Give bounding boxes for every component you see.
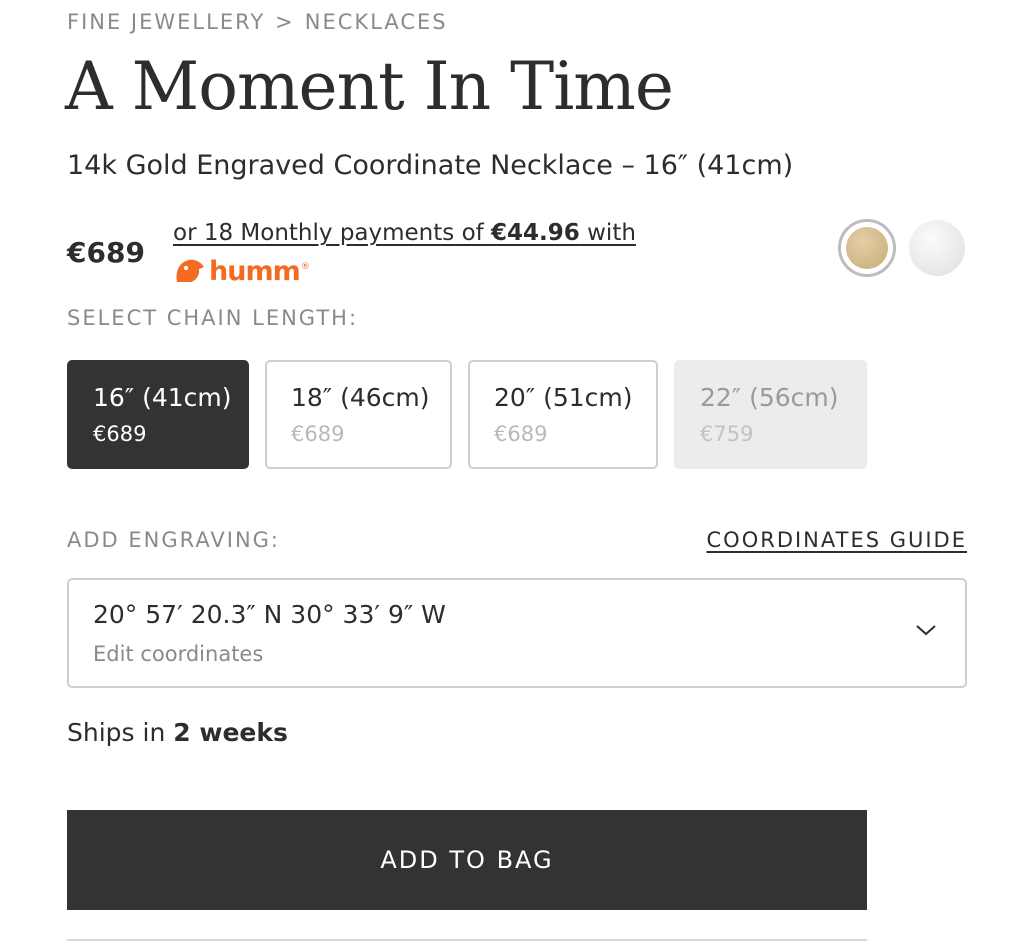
finance-suffix: with: [579, 220, 636, 246]
chain-length-value: 16″ (41cm): [93, 383, 232, 412]
chain-length-price: €689: [494, 422, 548, 446]
edit-coordinates-label: Edit coordinates: [93, 642, 264, 666]
chain-length-label: SELECT CHAIN LENGTH:: [67, 306, 359, 330]
divider: [67, 939, 867, 941]
humm-wordmark: humm: [209, 255, 301, 287]
chain-length-value: 18″ (46cm): [291, 383, 430, 412]
registered-mark-icon: ®: [300, 262, 310, 272]
swatch-white-gold[interactable]: [909, 220, 965, 276]
chain-length-price: €759: [700, 422, 754, 446]
chain-length-price: €689: [291, 422, 345, 446]
swatch-gold[interactable]: [838, 219, 896, 277]
chain-length-value: 22″ (56cm): [700, 383, 839, 412]
engraving-dropdown[interactable]: 20° 57′ 20.3″ N 30° 33′ 9″ W Edit coordi…: [67, 578, 967, 688]
chain-length-option-16[interactable]: 16″ (41cm) €689: [67, 360, 249, 469]
breadcrumb-item-fine-jewellery[interactable]: FINE JEWELLERY: [67, 10, 265, 34]
humm-bird-icon: [176, 259, 204, 282]
engraving-coordinates: 20° 57′ 20.3″ N 30° 33′ 9″ W: [93, 600, 446, 629]
chain-length-value: 20″ (51cm): [494, 383, 633, 412]
chain-length-price: €689: [93, 422, 147, 446]
chain-length-option-18[interactable]: 18″ (46cm) €689: [265, 360, 452, 469]
breadcrumb-item-necklaces[interactable]: NECKLACES: [305, 10, 448, 34]
finance-offer: or 18 Monthly payments of €44.96 with: [173, 220, 636, 246]
shipping-info: Ships in 2 weeks: [67, 718, 288, 747]
engraving-label: ADD ENGRAVING:: [67, 528, 281, 552]
chain-length-option-20[interactable]: 20″ (51cm) €689: [468, 360, 658, 469]
shipping-prefix: Ships in: [67, 718, 166, 747]
product-price: €689: [67, 236, 145, 269]
breadcrumb: FINE JEWELLERY > NECKLACES: [67, 10, 448, 34]
chevron-down-icon: [916, 625, 936, 636]
swatch-gold-fill: [846, 227, 888, 269]
humm-logo: humm ®: [173, 254, 310, 288]
product-title: A Moment In Time: [65, 48, 674, 125]
finance-link[interactable]: or 18 Monthly payments of €44.96 with: [173, 220, 636, 246]
breadcrumb-separator: >: [275, 10, 295, 34]
product-subtitle: 14k Gold Engraved Coordinate Necklace – …: [67, 150, 794, 181]
add-to-bag-button[interactable]: ADD TO BAG: [67, 810, 867, 910]
shipping-duration: 2 weeks: [173, 718, 288, 747]
coordinates-guide-link[interactable]: COORDINATES GUIDE: [707, 528, 968, 552]
finance-prefix: or 18 Monthly payments of: [173, 220, 492, 246]
chain-length-option-22[interactable]: 22″ (56cm) €759: [674, 360, 867, 469]
finance-amount: €44.96: [491, 220, 580, 246]
